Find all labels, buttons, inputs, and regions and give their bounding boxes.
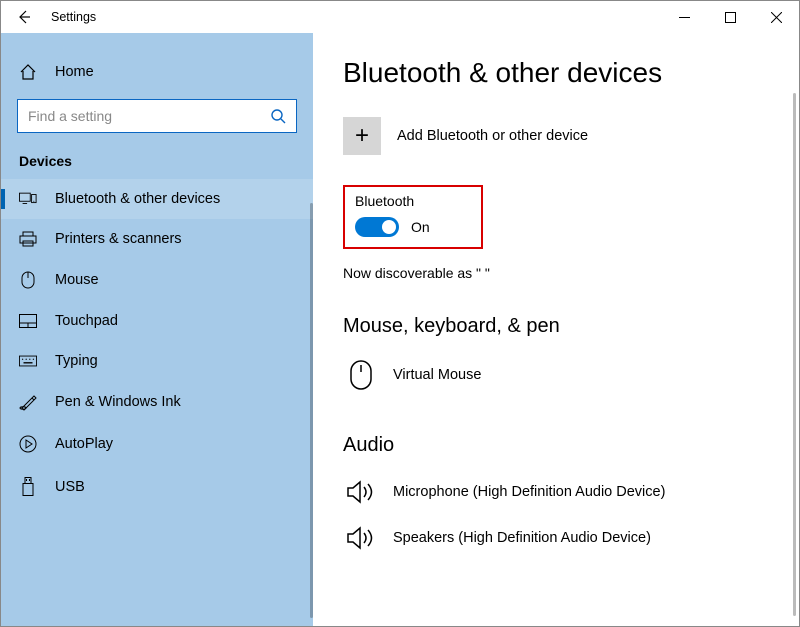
pen-icon	[19, 393, 37, 411]
bluetooth-highlight-box: Bluetooth On	[343, 185, 483, 249]
section-heading-mouse: Mouse, keyboard, & pen	[343, 315, 771, 338]
sidebar-item-label: Bluetooth & other devices	[55, 191, 220, 207]
sidebar-item-label: USB	[55, 479, 85, 495]
device-label: Virtual Mouse	[393, 367, 481, 383]
printer-icon	[19, 231, 37, 247]
home-icon	[19, 63, 37, 81]
autoplay-icon	[19, 435, 37, 453]
titlebar: Settings	[1, 1, 799, 33]
sidebar-item-label: Typing	[55, 353, 98, 369]
touchpad-icon	[19, 314, 37, 328]
discoverable-text: Now discoverable as " "	[343, 265, 771, 281]
close-button[interactable]	[753, 1, 799, 33]
plus-icon: +	[343, 117, 381, 155]
add-device-label: Add Bluetooth or other device	[397, 128, 588, 144]
sidebar-item-mouse[interactable]: Mouse	[1, 259, 313, 301]
sidebar-item-touchpad[interactable]: Touchpad	[1, 301, 313, 341]
sidebar-home[interactable]: Home	[1, 53, 313, 91]
devices-icon	[19, 191, 37, 207]
main-content: Bluetooth & other devices + Add Bluetoot…	[313, 33, 799, 626]
sidebar-section-label: Devices	[1, 149, 313, 179]
page-title: Bluetooth & other devices	[343, 57, 771, 89]
mouse-icon	[19, 271, 37, 289]
sidebar-item-label: AutoPlay	[55, 436, 113, 452]
sidebar-item-bluetooth[interactable]: Bluetooth & other devices	[1, 179, 313, 219]
sidebar-item-label: Printers & scanners	[55, 231, 182, 247]
section-heading-audio: Audio	[343, 434, 771, 457]
search-input[interactable]	[28, 108, 270, 124]
mouse-device-icon	[343, 360, 379, 390]
sidebar: Home Devices Bluetooth & other devices	[1, 33, 313, 626]
speaker-icon	[343, 479, 379, 505]
device-item-mouse[interactable]: Virtual Mouse	[343, 350, 771, 400]
device-item-microphone[interactable]: Microphone (High Definition Audio Device…	[343, 469, 771, 515]
bluetooth-toggle-state: On	[411, 219, 430, 235]
sidebar-item-label: Touchpad	[55, 313, 118, 329]
search-icon	[270, 108, 286, 124]
search-input-container[interactable]	[17, 99, 297, 133]
device-item-speakers[interactable]: Speakers (High Definition Audio Device)	[343, 515, 771, 561]
sidebar-item-usb[interactable]: USB	[1, 465, 313, 509]
sidebar-item-autoplay[interactable]: AutoPlay	[1, 423, 313, 465]
usb-icon	[19, 477, 37, 497]
sidebar-item-typing[interactable]: Typing	[1, 341, 313, 381]
speaker-icon	[343, 525, 379, 551]
device-label: Speakers (High Definition Audio Device)	[393, 530, 651, 546]
add-device-button[interactable]: + Add Bluetooth or other device	[343, 117, 771, 155]
sidebar-item-printers[interactable]: Printers & scanners	[1, 219, 313, 259]
sidebar-item-label: Mouse	[55, 272, 99, 288]
bluetooth-label: Bluetooth	[355, 193, 469, 209]
back-button[interactable]	[1, 1, 47, 33]
keyboard-icon	[19, 355, 37, 367]
sidebar-item-label: Pen & Windows Ink	[55, 394, 181, 410]
sidebar-item-pen[interactable]: Pen & Windows Ink	[1, 381, 313, 423]
minimize-button[interactable]	[661, 1, 707, 33]
bluetooth-toggle[interactable]	[355, 217, 399, 237]
main-scrollbar[interactable]	[793, 93, 796, 616]
maximize-button[interactable]	[707, 1, 753, 33]
window-title: Settings	[47, 10, 96, 24]
device-label: Microphone (High Definition Audio Device…	[393, 484, 665, 500]
sidebar-home-label: Home	[55, 64, 94, 80]
